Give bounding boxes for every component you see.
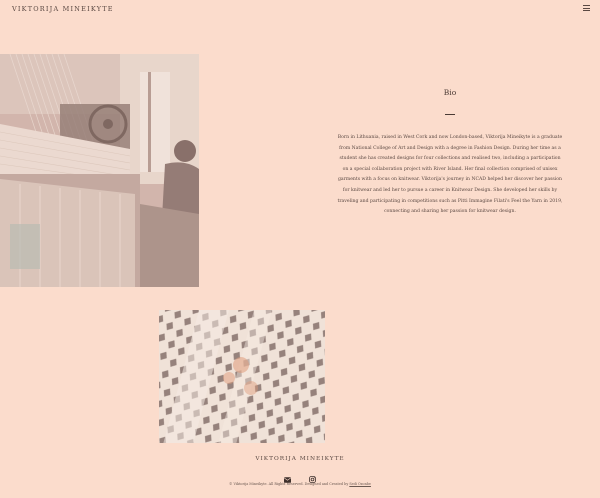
loom-photo (0, 54, 199, 287)
bio-divider (445, 114, 455, 115)
bio-text: Born in Lithuania, raised in West Cork a… (337, 135, 563, 215)
designer-link[interactable]: Sedi Ozonbe (349, 482, 371, 486)
site-brand[interactable]: VIKTORIJA MINEIKYTE (12, 5, 114, 13)
bio-title: Bio (443, 88, 457, 97)
copyright-notice: © Viktorija Mineikyte. All Rights Reserv… (0, 482, 600, 486)
hamburger-menu-icon[interactable] (583, 5, 590, 11)
footer-brand[interactable]: VIKTORIJA MINEIKYTE (0, 456, 600, 462)
lace-photo (159, 310, 325, 443)
copyright-text: © Viktorija Mineikyte. All Rights Reserv… (229, 482, 349, 486)
bio-section: Bio Born in Lithuania, raised in West Co… (336, 88, 564, 218)
site-header: VIKTORIJA MINEIKYTE (0, 0, 600, 20)
